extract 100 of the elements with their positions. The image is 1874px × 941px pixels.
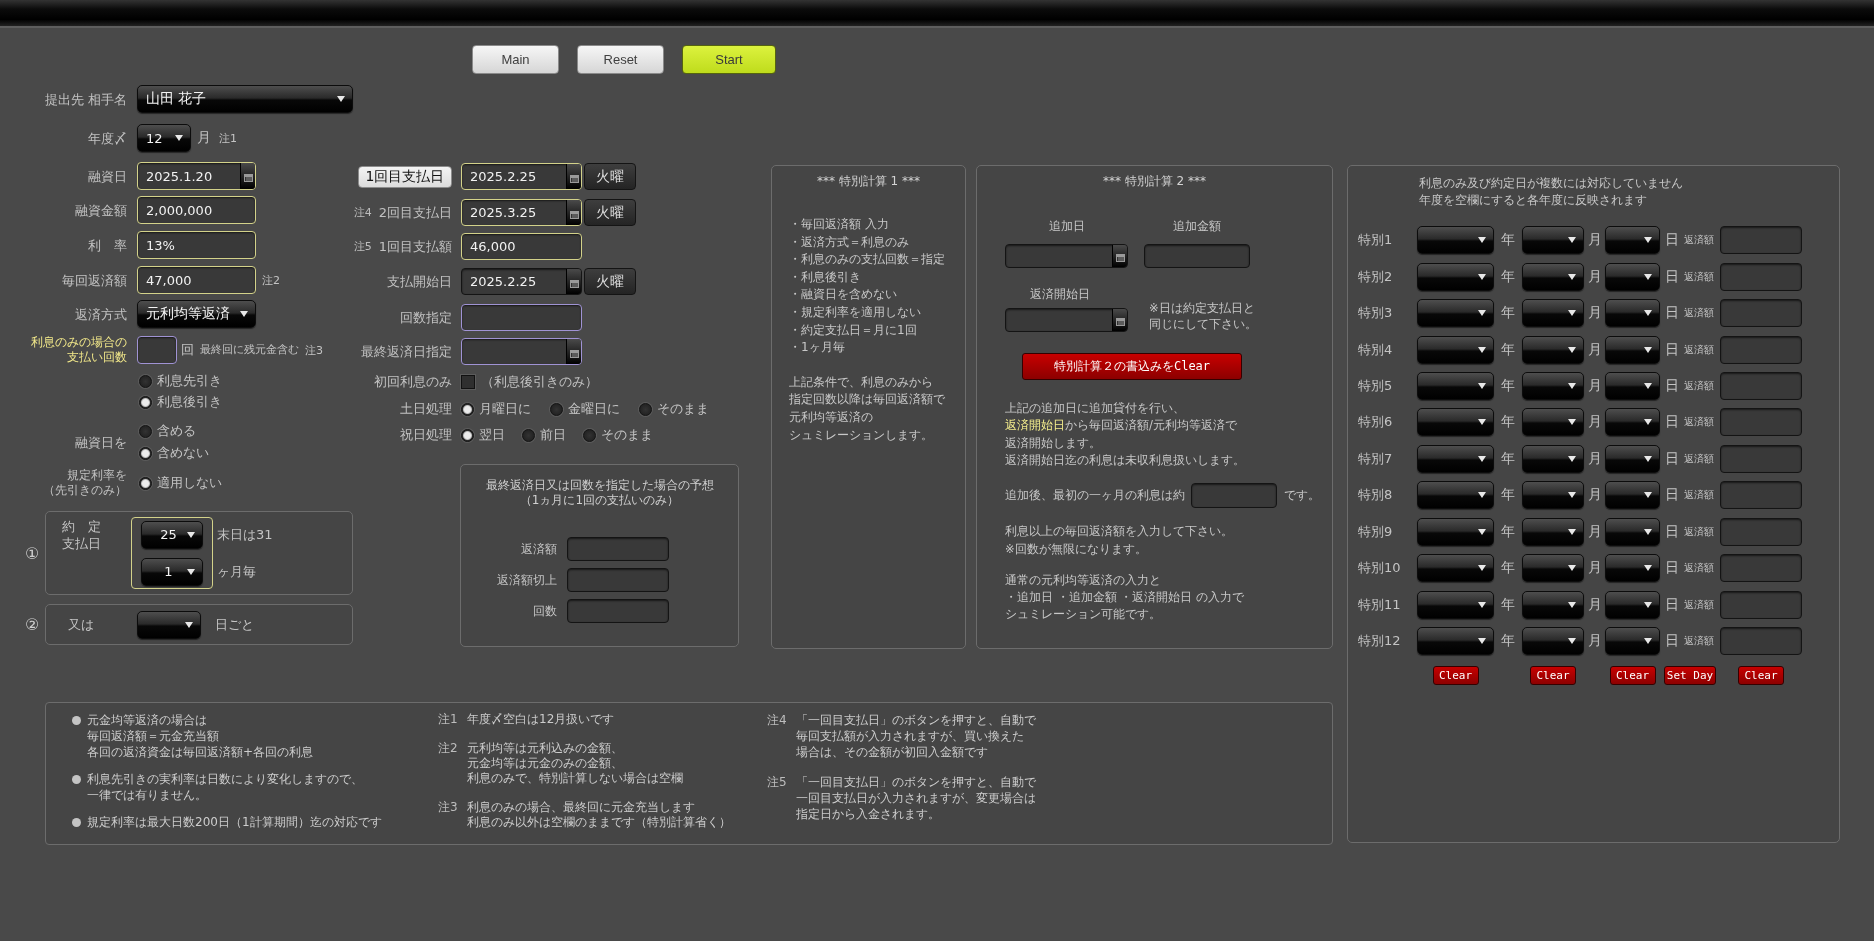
day-dropdown[interactable] [1605,481,1660,510]
month-dropdown[interactable] [1522,226,1584,255]
day-dropdown[interactable] [1605,517,1660,546]
clear-button[interactable]: Set Day [1664,666,1716,686]
amount-field[interactable] [1720,408,1802,437]
amount-field[interactable] [1720,517,1802,546]
calendar-button[interactable] [566,269,581,294]
date-field[interactable] [461,338,582,365]
amount-field[interactable]: 2,000,000 [137,196,256,224]
radio-icon[interactable] [139,424,152,438]
radio-icon[interactable] [550,402,563,416]
radio-option[interactable]: そのまま [583,426,653,444]
year-dropdown[interactable] [1417,627,1494,656]
amount-field[interactable] [1720,481,1802,510]
day-dropdown[interactable] [137,610,201,639]
radio-option[interactable]: そのまま [639,400,709,418]
year-dropdown[interactable] [1417,371,1494,400]
month-dropdown[interactable] [1522,554,1584,583]
result-field[interactable] [567,568,669,592]
year-dropdown[interactable] [1417,262,1494,291]
date-field[interactable]: 2025.2.25 [461,268,582,295]
month-dropdown[interactable] [1522,517,1584,546]
first-payment-button[interactable]: 1回目支払日 [358,165,452,188]
radio-icon[interactable] [583,428,596,442]
radio-icon[interactable] [461,428,474,442]
date-field[interactable]: 2025.1.20 [137,162,256,190]
year-dropdown[interactable] [1417,444,1494,473]
month-dropdown[interactable]: 12 [137,124,191,152]
year-dropdown[interactable] [1417,226,1494,255]
year-dropdown[interactable] [1417,590,1494,619]
interval-dropdown[interactable]: 1 [141,557,203,586]
amount-field[interactable] [1720,627,1802,656]
radio-icon[interactable] [139,446,152,460]
radio-option[interactable]: 金曜日に [550,400,620,418]
year-dropdown[interactable] [1417,554,1494,583]
amount-field[interactable] [1720,262,1802,291]
year-dropdown[interactable] [1417,517,1494,546]
calendar-button[interactable] [566,164,581,189]
clear-button[interactable]: 特別計算２の書込みをClear [1022,353,1242,380]
radio-option[interactable]: 月曜日に [461,400,531,418]
radio-icon[interactable] [139,395,152,409]
toolbar-button[interactable]: Main [472,45,559,74]
date-field[interactable]: 2025.2.25 [461,163,582,190]
day-dropdown[interactable] [1605,554,1660,583]
clear-button[interactable]: Clear [1432,666,1479,686]
month-dropdown[interactable] [1522,481,1584,510]
result-field[interactable] [567,537,669,561]
radio-option[interactable]: 翌日 [461,426,505,444]
calendar-button[interactable] [1112,309,1127,331]
month-dropdown[interactable] [1522,262,1584,291]
amount-field[interactable] [1720,444,1802,473]
radio-icon[interactable] [139,374,152,388]
day-dropdown[interactable] [1605,590,1660,619]
checkbox-icon[interactable] [461,375,475,389]
radio-option[interactable]: 含める [139,422,209,440]
count-field[interactable] [461,304,582,331]
day-dropdown[interactable] [1605,262,1660,291]
year-dropdown[interactable] [1417,299,1494,328]
amount-field[interactable] [1720,335,1802,364]
day-dropdown[interactable]: 25 [141,520,203,549]
amount-field[interactable] [1720,554,1802,583]
amount-field[interactable] [1720,226,1802,255]
day-dropdown[interactable] [1605,299,1660,328]
amount-field[interactable]: 46,000 [461,233,582,260]
toolbar-button[interactable]: Reset [577,45,664,74]
calendar-button[interactable] [1112,245,1127,267]
day-dropdown[interactable] [1605,444,1660,473]
date-field[interactable] [1005,308,1128,332]
clear-button[interactable]: Clear [1609,666,1656,686]
radio-icon[interactable] [639,402,652,416]
day-dropdown[interactable] [1605,408,1660,437]
year-dropdown[interactable] [1417,481,1494,510]
radio-icon[interactable] [522,428,535,442]
result-field[interactable] [567,599,669,623]
rate-field[interactable]: 13% [137,231,256,259]
radio-option[interactable]: 含めない [139,444,209,462]
count-field[interactable] [137,336,177,364]
amount-field[interactable] [1720,371,1802,400]
day-dropdown[interactable] [1605,371,1660,400]
month-dropdown[interactable] [1522,627,1584,656]
year-dropdown[interactable] [1417,408,1494,437]
month-dropdown[interactable] [1522,335,1584,364]
month-dropdown[interactable] [1522,408,1584,437]
month-dropdown[interactable] [1522,590,1584,619]
calendar-button[interactable] [566,200,581,225]
amount-field[interactable] [1144,244,1250,268]
amount-field[interactable]: 47,000 [137,266,256,294]
radio-icon[interactable] [139,476,152,490]
day-dropdown[interactable] [1605,627,1660,656]
calendar-button[interactable] [240,163,255,189]
radio-icon[interactable] [461,402,474,416]
month-dropdown[interactable] [1522,299,1584,328]
date-field[interactable]: 2025.3.25 [461,199,582,226]
method-dropdown[interactable]: 元利均等返済 [137,300,256,328]
day-dropdown[interactable] [1605,335,1660,364]
amount-field[interactable] [1720,590,1802,619]
date-field[interactable] [1005,244,1128,268]
radio-option[interactable]: 利息後引き [139,393,222,411]
interest-field[interactable] [1191,483,1277,509]
clear-button[interactable]: Clear [1738,666,1784,686]
